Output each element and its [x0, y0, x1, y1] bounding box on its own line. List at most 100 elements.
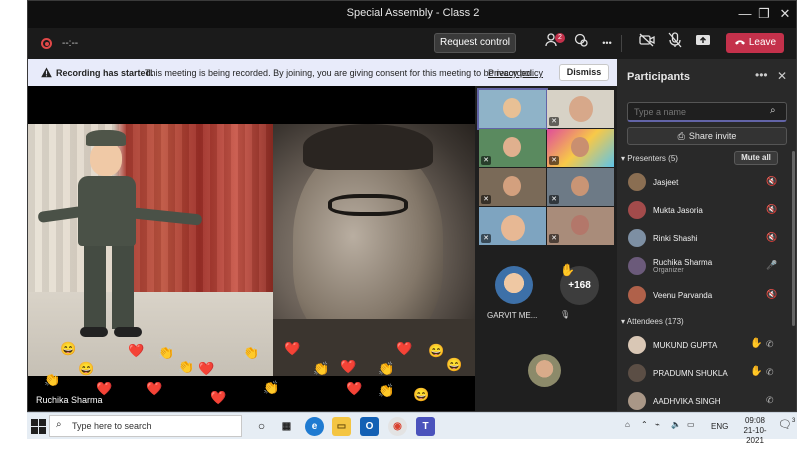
mic-muted-icon: ✕ [549, 117, 559, 126]
battery-icon[interactable]: ▭ [687, 420, 695, 447]
panel-more-button[interactable]: ••• [755, 68, 768, 82]
language-indicator[interactable]: ENG [711, 422, 728, 449]
volume-icon[interactable]: 🔈 [671, 420, 681, 447]
screen: Special Assembly - Class 2 — ❐ ✕ --:-- R… [0, 0, 800, 445]
share-invite-button[interactable]: ⎙ Share invite [627, 127, 787, 145]
more-actions-button[interactable]: ••• [596, 32, 618, 54]
reaction-clap-icon: 👏 [158, 345, 175, 360]
panel-close-button[interactable]: ✕ [777, 69, 787, 83]
mic-muted-icon: ✕ [481, 234, 491, 243]
participant-row[interactable]: Rinki Shashi 🔇 [617, 225, 796, 251]
participant-row[interactable]: MUKUND GUPTA ✋ ✆ [617, 332, 796, 358]
participants-toggle-button[interactable]: 2 [542, 32, 565, 54]
outlook-icon[interactable]: O [360, 417, 379, 436]
participant-avatar[interactable] [495, 266, 533, 304]
avatar [628, 336, 646, 354]
presenters-heading[interactable]: ▾ Presenters (5) [621, 154, 678, 163]
reaction-heart-icon: ❤️ [346, 381, 363, 396]
edge-icon[interactable]: e [305, 417, 324, 436]
taskbar-clock[interactable]: 09:08 21-10-2021 [735, 416, 775, 446]
shared-video: 😄 ❤️ 👏 👏 ❤️ ❤️ 😄 👏 ❤️ 👏 ❤️ 👏 😄 😄 [28, 124, 475, 376]
file-explorer-icon[interactable]: ▭ [332, 417, 351, 436]
participant-name: Mukta Jasoria [653, 206, 703, 215]
network-icon[interactable]: ⌁ [655, 420, 660, 447]
chrome-icon[interactable]: ◉ [388, 417, 407, 436]
search-icon: ⌕ [770, 105, 776, 116]
clock-date: 21-10-2021 [743, 426, 767, 445]
reaction-clap-icon: 👏 [378, 383, 395, 398]
avatar [628, 364, 646, 382]
mic-muted-icon: ✕ [549, 156, 559, 165]
close-window-button[interactable]: ✕ [776, 5, 794, 23]
recording-indicator-icon [41, 38, 52, 49]
video-tile[interactable] [477, 88, 548, 130]
video-tile[interactable]: ✕ [547, 90, 614, 128]
task-view-icon[interactable]: ○ [252, 417, 271, 436]
reaction-clap-icon: 👏 [313, 361, 330, 376]
raised-hand-icon: ✋ [560, 263, 575, 277]
reaction-heart-icon: ❤️ [396, 341, 413, 356]
teams-icon[interactable]: T [416, 417, 435, 436]
participant-name: AADHVIKA SINGH [653, 397, 721, 406]
dismiss-banner-button[interactable]: Dismiss [559, 64, 609, 81]
clock-time: 09:08 [744, 416, 766, 425]
tray-chevron-icon[interactable]: ⌃ [641, 420, 648, 447]
share-icon [696, 35, 710, 45]
mic-muted-icon: ✕ [481, 156, 491, 165]
participants-panel: Participants ••• ✕ ⌕ ⎙Share invite ▾ Pre… [617, 59, 796, 411]
widgets-icon[interactable]: ▦ [277, 417, 296, 436]
reaction-clap-icon: 👏 [378, 361, 395, 376]
video-tile[interactable]: ✕ [547, 168, 614, 206]
shared-content-stage: 😄 ❤️ 👏 👏 ❤️ ❤️ 😄 👏 ❤️ 👏 ❤️ 👏 😄 😄 👏 ❤️ ❤️… [28, 86, 475, 411]
avatar [628, 286, 646, 304]
recording-banner: Recording has started. This meeting is b… [28, 59, 617, 86]
video-tile[interactable]: ✕ [547, 129, 614, 167]
camera-toggle-button[interactable] [636, 32, 658, 54]
reaction-heart-icon: ❤️ [284, 341, 301, 356]
video-tile[interactable]: ✕ [479, 168, 546, 206]
taskbar-search-placeholder: Type here to search [72, 421, 152, 431]
video-tile[interactable]: ✕ [479, 207, 546, 245]
participant-row[interactable]: Jasjeet 🔇 [617, 169, 796, 195]
chat-button[interactable] [570, 32, 592, 54]
minimize-button[interactable]: — [736, 5, 754, 23]
participant-search-input[interactable] [634, 105, 764, 119]
reaction-clap-icon: 👏 [44, 372, 61, 387]
raised-hand-icon: ✋ [750, 338, 763, 349]
participant-name: Ruchika Sharma [653, 258, 713, 267]
attendees-heading[interactable]: ▾ Attendees (173) [621, 317, 684, 326]
reaction-laugh-icon: 😄 [60, 341, 77, 356]
share-invite-label: Share invite [688, 131, 737, 141]
reaction-heart-icon: ❤️ [96, 381, 113, 396]
participant-row[interactable]: Mukta Jasoria 🔇 [617, 197, 796, 223]
title-bar: Special Assembly - Class 2 — ❐ ✕ [28, 1, 796, 28]
participant-search: ⌕ [627, 102, 787, 122]
share-content-button[interactable] [692, 32, 714, 54]
panel-scrollbar[interactable] [792, 151, 795, 326]
notification-count: 3 [791, 418, 796, 424]
participant-row[interactable]: AADHVIKA SINGH ✆ [617, 388, 796, 411]
raised-hand-icon: ✋ [750, 366, 763, 377]
avatar [628, 392, 646, 410]
participant-row[interactable]: Veenu Parvanda 🔇 [617, 282, 796, 308]
banner-message: This meeting is being recorded. By joini… [145, 68, 535, 78]
windows-start-icon[interactable] [31, 419, 46, 434]
request-control-button[interactable]: Request control [434, 33, 516, 53]
mute-all-button[interactable]: Mute all [734, 151, 778, 165]
taskbar-search[interactable]: ⌕ Type here to search [49, 415, 242, 437]
maximize-button[interactable]: ❐ [755, 5, 773, 23]
video-tile[interactable]: ✕ [479, 129, 546, 167]
mic-toggle-button[interactable] [664, 32, 686, 54]
participant-avatar[interactable] [528, 354, 561, 387]
privacy-policy-link[interactable]: Privacy policy [488, 68, 543, 78]
participant-row[interactable]: PRADUMN SHUKLA ✋ ✆ [617, 360, 796, 386]
people-icon[interactable]: ⌂ [625, 420, 630, 447]
share-icon: ⎙ [677, 131, 685, 141]
mic-muted-icon: 🔇 [766, 289, 778, 299]
video-tile[interactable]: ✕ [547, 207, 614, 245]
featured-participant-name: GARVIT ME... [487, 311, 538, 320]
reaction-clap-icon: 👏 [243, 345, 260, 360]
notifications-icon[interactable]: 🗨3 [778, 418, 795, 445]
leave-button[interactable]: Leave [726, 33, 784, 53]
participant-row[interactable]: Ruchika Sharma Organizer 🎤 [617, 253, 796, 279]
